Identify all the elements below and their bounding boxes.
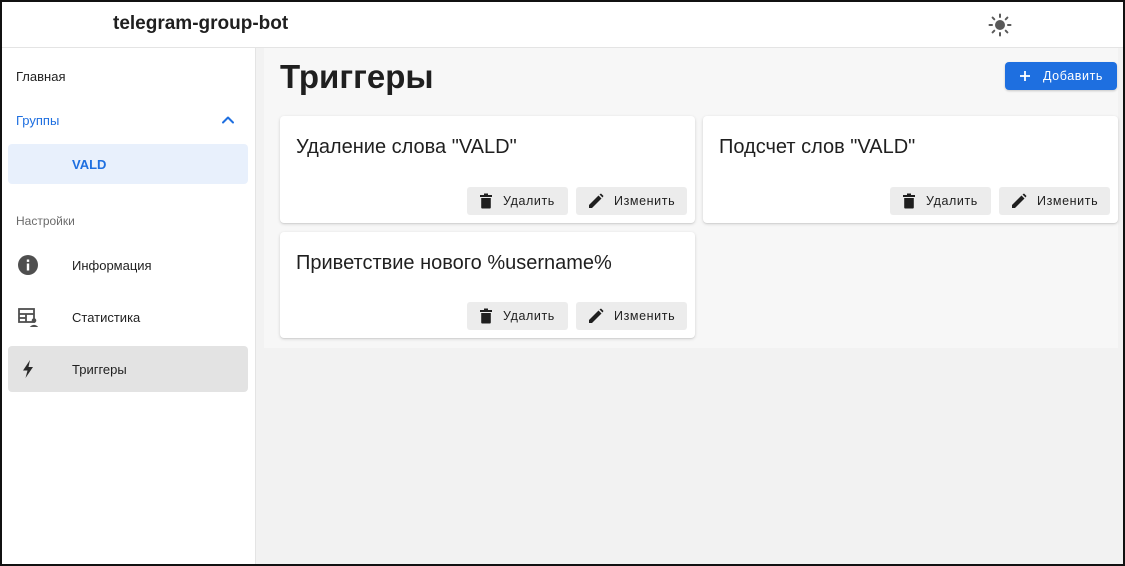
plus-icon [1019,70,1031,82]
sidebar: Главная Группы VALD Настройки Информация [2,48,256,564]
top-app-bar: telegram-group-bot [2,2,1123,48]
edit-button-label: Изменить [1037,194,1099,208]
settings-section-title: Настройки [16,214,75,228]
edit-button[interactable]: Изменить [576,187,687,215]
trigger-title: Приветствие нового %username% [296,252,612,274]
sidebar-item-label: Триггеры [72,361,127,377]
card-actions: Удалить Изменить [467,302,687,330]
trash-icon [902,193,916,209]
sidebar-item-statistics[interactable]: Статистика [8,294,248,340]
delete-button[interactable]: Удалить [467,302,568,330]
chevron-up-icon [222,116,234,124]
delete-button-label: Удалить [926,194,978,208]
sidebar-item-label: Главная [16,68,66,84]
delete-button-label: Удалить [503,309,555,323]
sidebar-item-groups[interactable]: Группы [8,100,248,140]
card-actions: Удалить Изменить [467,187,687,215]
pencil-icon [588,308,604,324]
sidebar-item-label: Группы [16,112,60,128]
add-button-label: Добавить [1042,69,1104,83]
add-trigger-button[interactable]: Добавить [1005,62,1117,90]
sidebar-item-label: Статистика [72,309,141,325]
table-user-icon [17,306,39,328]
trigger-card: Подсчет слов "VALD" Удалить Изменить [703,116,1118,223]
trigger-title: Удаление слова "VALD" [296,136,517,158]
pencil-icon [1011,193,1027,209]
app-window: telegram-group-bot Главная Группы VALD Н… [0,0,1125,566]
trigger-card: Удаление слова "VALD" Удалить Изменить [280,116,695,223]
info-icon [17,254,39,276]
sidebar-item-info[interactable]: Информация [8,242,248,288]
sidebar-item-label: VALD [72,156,107,172]
pencil-icon [588,193,604,209]
app-title: telegram-group-bot [113,13,289,34]
trigger-card: Приветствие нового %username% Удалить Из… [280,232,695,338]
theme-toggle-button[interactable] [986,11,1014,39]
sidebar-item-triggers[interactable]: Триггеры [8,346,248,392]
delete-button[interactable]: Удалить [890,187,991,215]
trash-icon [479,193,493,209]
edit-button[interactable]: Изменить [576,302,687,330]
sun-icon [988,13,1012,37]
edit-button-label: Изменить [614,194,676,208]
lightning-icon [17,358,39,380]
page-title: Триггеры [280,58,434,95]
delete-button-label: Удалить [503,194,555,208]
sidebar-item-group-vald[interactable]: VALD [8,144,248,184]
trash-icon [479,308,493,324]
edit-button[interactable]: Изменить [999,187,1110,215]
triggers-panel: Триггеры Добавить Удаление слова "VALD" [264,48,1118,348]
sidebar-item-label: Информация [72,257,152,273]
sidebar-item-home[interactable]: Главная [8,56,248,96]
trigger-title: Подсчет слов "VALD" [719,136,916,158]
delete-button[interactable]: Удалить [467,187,568,215]
main-content: Триггеры Добавить Удаление слова "VALD" [256,48,1123,564]
card-actions: Удалить Изменить [890,187,1110,215]
edit-button-label: Изменить [614,309,676,323]
